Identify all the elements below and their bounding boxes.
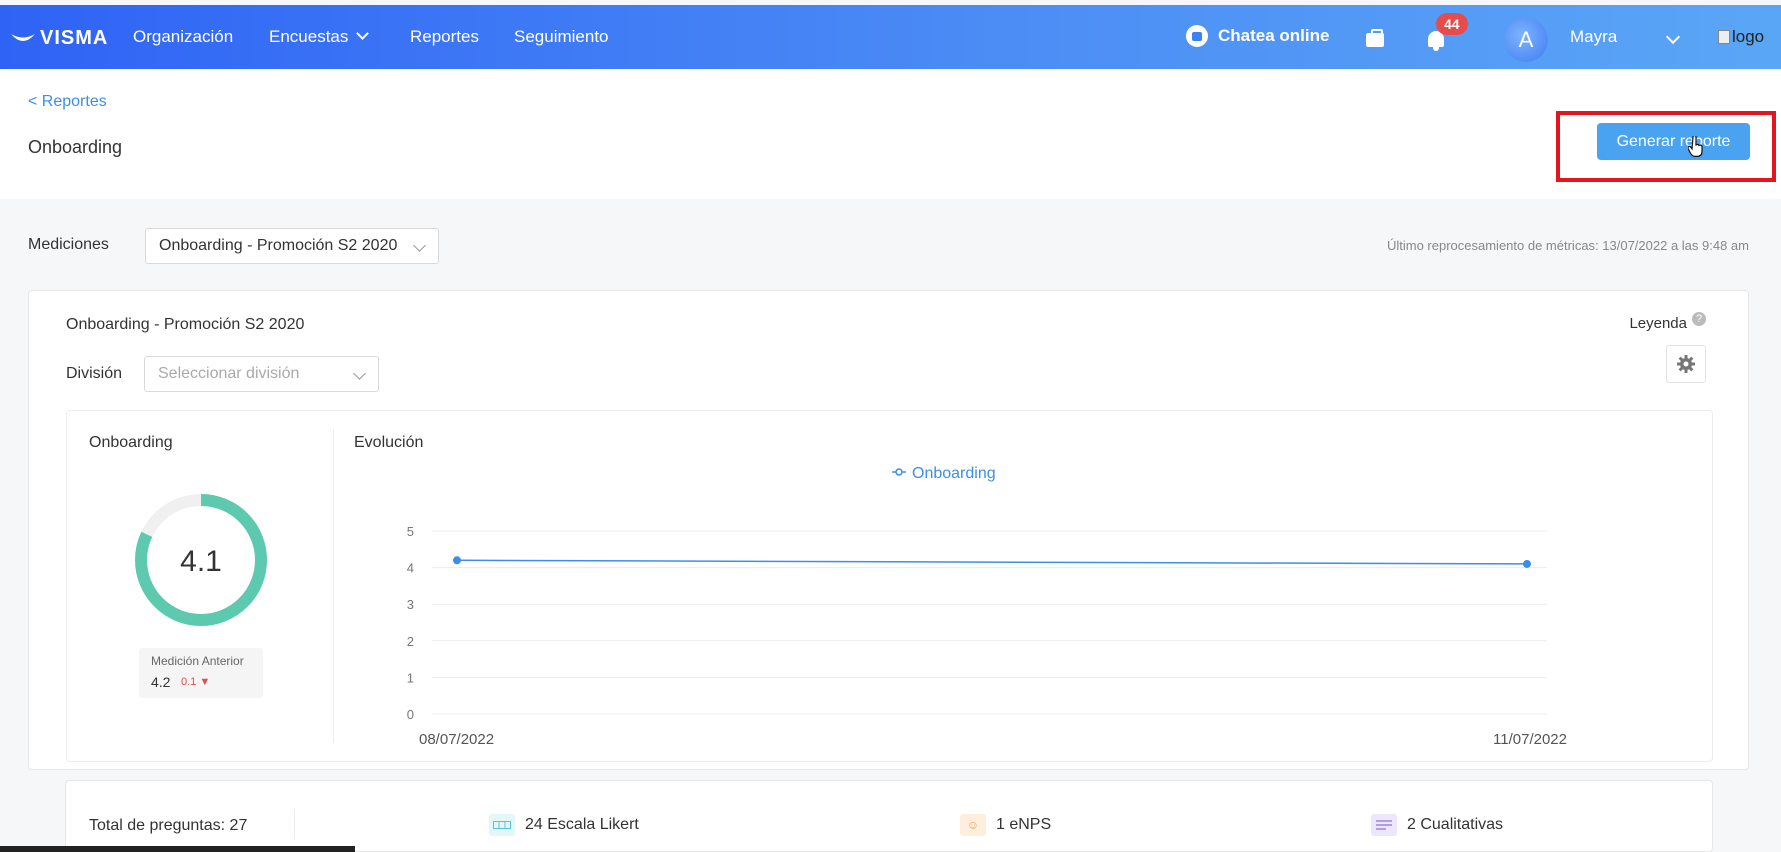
overlay-bar	[0, 846, 355, 852]
chat-icon	[1186, 25, 1208, 47]
reprocess-timestamp: Último reprocesamiento de métricas: 13/0…	[1386, 238, 1749, 253]
chevron-down-icon	[353, 367, 366, 380]
mediciones-select[interactable]: Onboarding - Promoción S2 2020	[145, 228, 439, 264]
likert-label: 24 Escala Likert	[525, 816, 639, 833]
visma-logo-icon	[11, 33, 35, 41]
brand-text: VISMA	[40, 27, 109, 49]
page-title: Onboarding	[28, 137, 123, 157]
chat-online-button[interactable]: Chatea online	[1186, 25, 1329, 47]
previous-measurement: Medición Anterior 4.2 0.1 ▼	[139, 648, 263, 698]
mediciones-label: Mediciones	[28, 236, 109, 253]
chevron-down-icon	[356, 27, 370, 40]
qualitative-label: 2 Cualitativas	[1407, 816, 1504, 833]
chevron-down-icon	[413, 239, 426, 252]
y-tick-label: 5	[407, 524, 414, 539]
help-icon[interactable]: ?	[1692, 311, 1706, 326]
gauge-title: Onboarding	[89, 434, 173, 451]
settings-button[interactable]	[1666, 345, 1706, 383]
data-point	[453, 556, 461, 565]
back-link[interactable]: < Reportes	[28, 93, 107, 111]
x-tick-label: 11/07/2022	[1493, 731, 1567, 748]
likert-scale-icon	[489, 814, 515, 836]
broken-image-icon	[1718, 30, 1730, 44]
data-point	[1523, 559, 1531, 568]
page-header: < Reportes Onboarding Generar reporte	[0, 69, 1781, 199]
user-name[interactable]: Mayra	[1570, 27, 1617, 47]
series-line	[456, 559, 1528, 565]
gauge-value: 4.1	[180, 545, 222, 578]
company-logo: logo	[1718, 27, 1764, 47]
hand-cursor-icon	[1688, 136, 1703, 157]
card-title: Onboarding - Promoción S2 2020	[66, 316, 305, 333]
top-navbar: VISMA Organización Encuestas Reportes Se…	[0, 5, 1781, 69]
highlight-box	[1556, 111, 1776, 182]
chevron-down-icon[interactable]	[1665, 29, 1681, 45]
legend-toggle[interactable]: Leyenda ?	[1629, 311, 1706, 332]
total-questions: Total de preguntas: 27	[89, 817, 248, 834]
mediciones-value: Onboarding - Promoción S2 2020	[159, 237, 398, 254]
nav-encuestas[interactable]: Encuestas	[269, 27, 370, 47]
previous-label: Medición Anterior	[151, 654, 244, 668]
metrics-panel: Onboarding 4.1 Medición Anterior 4.2 0.1…	[66, 410, 1713, 762]
legend-marker	[895, 468, 903, 476]
y-tick-label: 2	[407, 634, 414, 649]
questions-summary: Total de preguntas: 27 24 Escala Likert …	[65, 780, 1713, 852]
enps-label: 1 eNPS	[996, 816, 1052, 833]
logo-alt-text: logo	[1732, 27, 1765, 46]
nav-seguimiento[interactable]: Seguimiento	[514, 27, 609, 47]
chat-label: Chatea online	[1218, 26, 1330, 45]
previous-delta: 0.1 ▼	[181, 676, 210, 688]
y-tick-label: 0	[407, 707, 414, 722]
division-label: División	[66, 365, 123, 382]
qualitative-count: 2 Cualitativas	[1371, 814, 1503, 836]
briefcase-icon[interactable]	[1366, 29, 1384, 47]
division-select[interactable]: Seleccionar división	[144, 356, 379, 392]
likert-count: 24 Escala Likert	[489, 814, 639, 836]
chart-title: Evolución	[354, 434, 424, 451]
notification-badge: 44	[1436, 13, 1468, 35]
visma-logo[interactable]: VISMA	[10, 27, 108, 50]
divider	[294, 809, 295, 839]
legend-label: Leyenda	[1629, 315, 1687, 332]
arrow-down-icon: ▼	[199, 676, 211, 688]
gear-icon	[1677, 355, 1695, 373]
y-tick-label: 1	[407, 670, 414, 685]
results-card: Onboarding - Promoción S2 2020 División …	[28, 290, 1749, 770]
y-tick-label: 4	[407, 561, 414, 576]
nav-reportes[interactable]: Reportes	[410, 27, 479, 47]
delta-value: 0.1	[181, 676, 197, 688]
score-gauge: 4.1	[135, 494, 267, 626]
previous-value: 4.2	[151, 674, 171, 690]
legend-label: Onboarding	[912, 465, 996, 482]
enps-count: ☺ 1 eNPS	[960, 814, 1051, 836]
division-placeholder: Seleccionar división	[158, 365, 300, 382]
text-lines-icon	[1371, 814, 1397, 836]
avatar[interactable]: A	[1504, 18, 1548, 62]
evolution-chart: 0 1 2 3 4 5 08/07/2022 11/07/2022 Onboarding	[407, 465, 1567, 748]
nav-encuestas-label: Encuestas	[269, 27, 349, 46]
x-tick-label: 08/07/2022	[419, 731, 494, 748]
y-tick-label: 3	[407, 597, 414, 612]
nav-organizacion[interactable]: Organización	[133, 27, 233, 47]
smiley-icon: ☺	[960, 814, 986, 836]
divider	[333, 429, 334, 743]
